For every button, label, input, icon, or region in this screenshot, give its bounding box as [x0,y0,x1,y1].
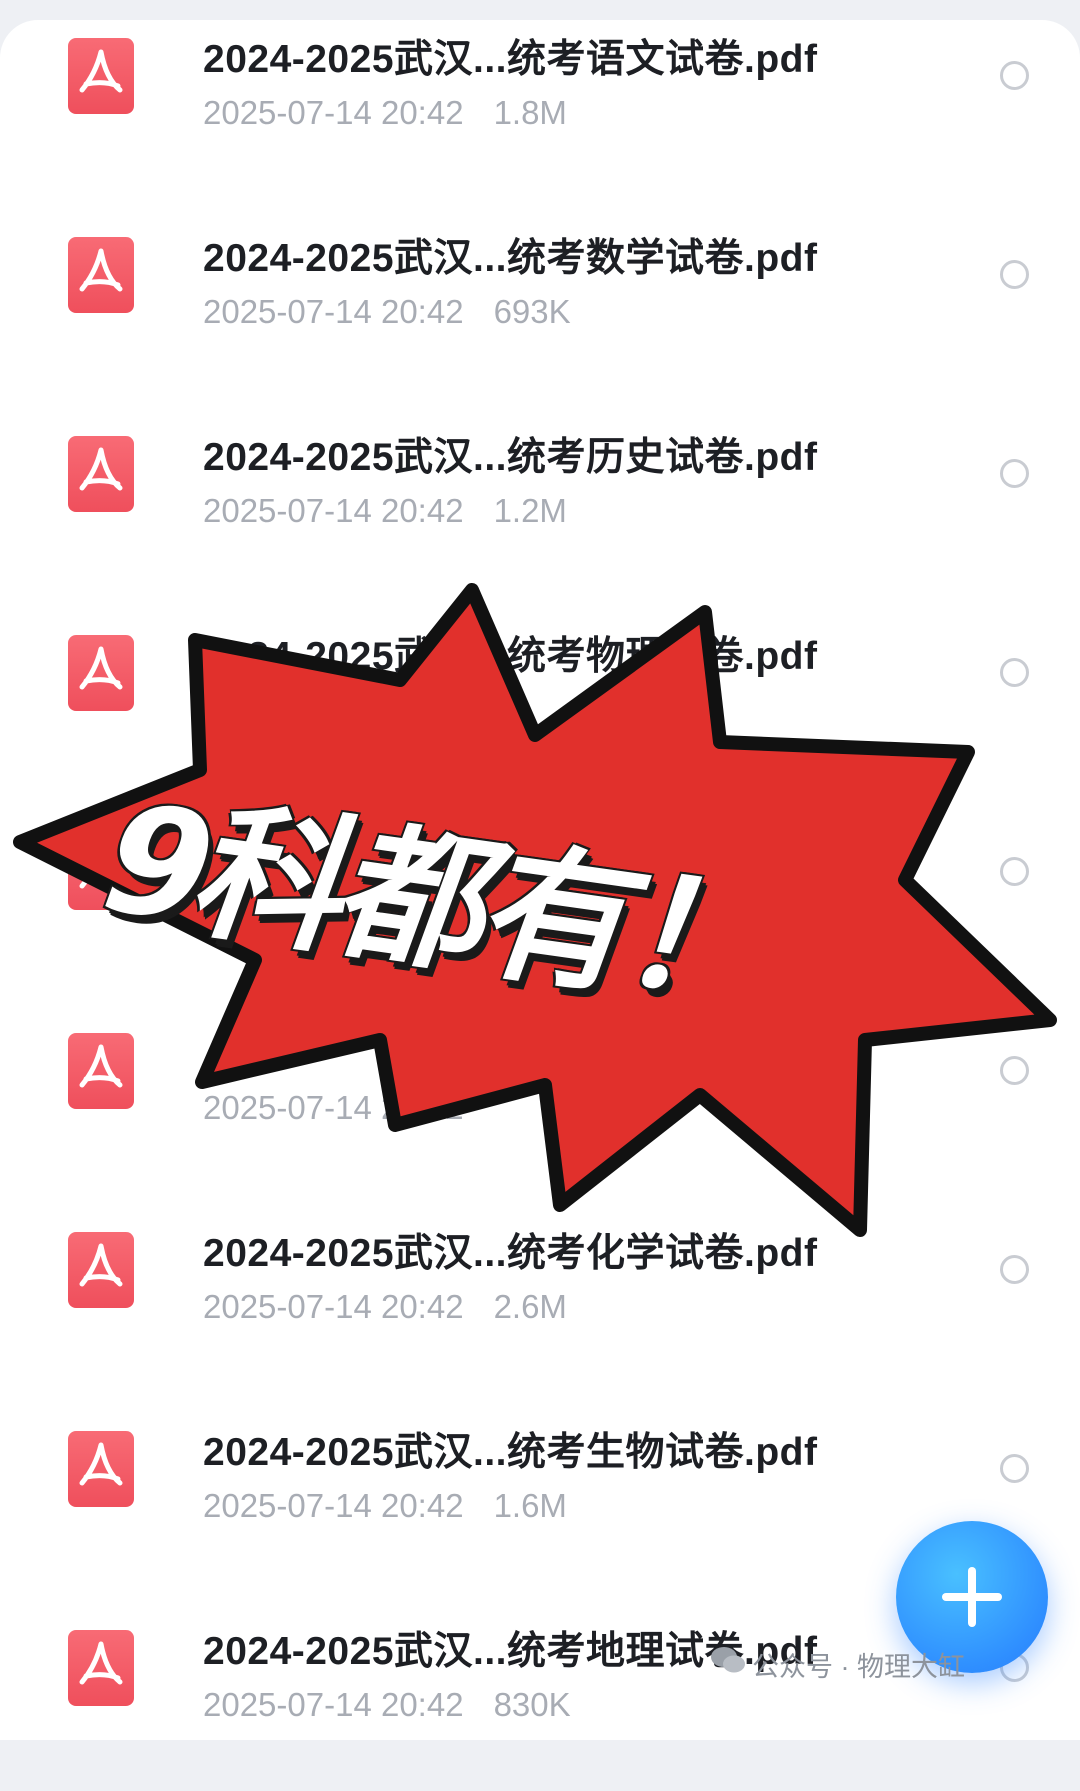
file-row[interactable]: 2024-2025武汉...统考历史试卷.pdf 2025-07-14 20:4… [0,398,1080,597]
file-name: 2024-2025武汉...统考物理试卷.pdf [203,635,818,678]
file-row[interactable]: 2024-2025武汉...统考数学试卷.pdf 2025-07-14 20:4… [0,199,1080,398]
pdf-file-icon [68,38,134,114]
file-name: 2024-2025武汉...统考数学试卷.pdf [203,237,818,280]
file-meta: 2025-07-14 20:42 830K [203,1686,571,1724]
select-radio[interactable] [1000,260,1029,289]
select-radio[interactable] [1000,1056,1029,1085]
file-name: 2024-2025武汉...统考语文试卷.pdf [203,38,818,81]
file-meta: 2025-07-14 20:42 [203,1089,494,1127]
file-meta: 2025-07-14 20:42 1.8M [203,94,567,132]
pdf-file-icon [68,1630,134,1706]
watermark-text: 公众号 · 物理大缸 [752,1652,965,1682]
pdf-file-icon [68,1232,134,1308]
file-meta: 2025-07-14 20:42 1.2M [203,492,567,530]
select-radio[interactable] [1000,61,1029,90]
file-date: 2025-07-14 20:42 [203,293,464,330]
pdf-file-icon [68,237,134,313]
file-meta: 2025-07-14 20:42 1.6M [203,1487,567,1525]
file-date: 2025-07-14 20:42 [203,1089,464,1126]
pdf-file-icon [68,1033,134,1109]
file-size: 1.2M [493,492,567,529]
file-date: 2025-07-14 20:42 [203,1686,464,1723]
file-name: 2024-2025武汉...统考化学试卷.pdf [203,1232,818,1275]
file-name: 2024-2025武汉...统考生物试卷.pdf [203,1431,818,1474]
file-row[interactable]: 2024-2025武汉...统考化学试卷.pdf 2025-07-14 20:4… [0,1194,1080,1393]
file-name: 2024-2025武汉...统考历史试卷.pdf [203,436,818,479]
pdf-file-icon [68,1431,134,1507]
select-radio[interactable] [1000,459,1029,488]
file-size: 830K [493,1686,571,1723]
file-date: 2025-07-14 20:42 [203,94,464,131]
file-size: 1.6M [493,1487,567,1524]
select-radio[interactable] [1000,1454,1029,1483]
file-date: 2025-07-14 20:42 [203,492,464,529]
file-size: 693K [493,293,571,330]
file-date: 2025-07-14 20:42 [203,1288,464,1325]
select-radio[interactable] [1000,658,1029,687]
file-size: 1.8M [493,94,567,131]
watermark: 公众号 · 物理大缸 [711,1645,965,1684]
file-meta: 2025-07-14 20:42 2.6M [203,1288,567,1326]
wechat-icon [711,1647,745,1673]
select-radio[interactable] [1000,857,1029,886]
file-meta: 2025-07-14 20:42 693K [203,293,571,331]
file-date: 2025-07-14 20:42 [203,1487,464,1524]
file-size: 2.6M [493,1288,567,1325]
file-row[interactable]: 2025-07-14 20:42 [0,995,1080,1194]
select-radio[interactable] [1000,1255,1029,1284]
file-row[interactable]: 2024-2025武汉...统考语文试卷.pdf 2025-07-14 20:4… [0,0,1080,199]
file-meta [203,691,233,729]
pdf-file-icon [68,436,134,512]
pdf-file-icon [68,635,134,711]
